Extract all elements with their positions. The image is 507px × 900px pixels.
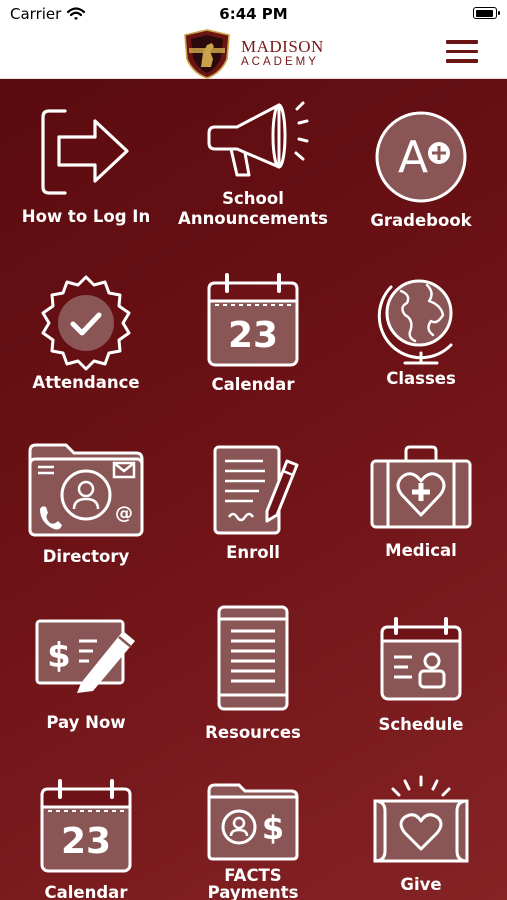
svg-text:$: $ xyxy=(47,636,71,676)
give-heart-icon xyxy=(373,775,469,863)
tile-classes[interactable]: Classes xyxy=(337,271,505,431)
tile-label: How to Log In xyxy=(21,207,151,226)
crest-icon xyxy=(184,28,230,79)
tile-pay-now[interactable]: $ Pay Now xyxy=(2,609,170,769)
menu-bar xyxy=(446,59,478,63)
globe-icon xyxy=(377,279,453,365)
tile-label: Give xyxy=(400,875,442,894)
check-pen-icon: $ xyxy=(35,619,135,693)
tile-give[interactable]: Give xyxy=(337,773,505,900)
wifi-icon xyxy=(67,7,86,20)
tile-label: Pay Now xyxy=(46,713,126,732)
logo-text: MADISON ACADEMY xyxy=(241,38,324,69)
tile-how-to-log-in[interactable]: How to Log In xyxy=(2,101,170,261)
megaphone-icon xyxy=(207,101,309,177)
tile-calendar-2[interactable]: 23 Calendar xyxy=(2,777,170,900)
tile-label: Classes xyxy=(386,369,456,388)
tile-grid: How to Log In School Announcements A Gra… xyxy=(0,79,507,900)
tile-label: Resources xyxy=(205,723,301,742)
tile-directory[interactable]: @ Directory xyxy=(2,437,170,597)
tile-gradebook[interactable]: A Gradebook xyxy=(337,109,505,269)
tile-label: Directory xyxy=(42,547,130,566)
tile-label: Attendance xyxy=(32,373,140,392)
tile-label: Enroll xyxy=(226,543,280,562)
school-logo[interactable]: MADISON ACADEMY xyxy=(181,28,324,79)
tile-label: Medical xyxy=(385,541,457,560)
tile-calendar[interactable]: 23 Calendar xyxy=(169,271,337,431)
menu-bar xyxy=(446,40,478,44)
tile-enroll[interactable]: Enroll xyxy=(169,439,337,599)
carrier-label: Carrier xyxy=(10,5,62,23)
svg-text:$: $ xyxy=(262,809,284,847)
tile-medical[interactable]: Medical xyxy=(337,441,505,601)
directory-folder-icon: @ xyxy=(28,443,144,537)
battery-icon xyxy=(473,7,500,19)
menu-bar xyxy=(446,49,478,53)
calendar-day: 23 xyxy=(61,821,111,862)
logo-line1: MADISON xyxy=(241,37,324,57)
tile-schedule[interactable]: Schedule xyxy=(337,615,505,775)
tile-label: School Announcements xyxy=(178,189,328,228)
svg-text:A: A xyxy=(398,132,428,183)
status-left: Carrier xyxy=(0,5,86,23)
tile-facts-payments[interactable]: $ FACTS Payments xyxy=(169,781,337,900)
badge-check-icon xyxy=(41,275,131,371)
svg-text:@: @ xyxy=(115,503,133,524)
logo-line2: ACADEMY xyxy=(241,56,319,69)
calendar-day: 23 xyxy=(228,315,278,356)
tile-attendance[interactable]: Attendance xyxy=(2,273,170,433)
login-arrow-icon xyxy=(41,109,129,195)
facts-folder-icon: $ xyxy=(207,783,299,861)
tile-label: Calendar xyxy=(211,375,295,394)
calendar-icon: 23 xyxy=(207,273,299,367)
tablet-icon xyxy=(217,605,289,711)
tile-label: Gradebook xyxy=(370,211,472,230)
hamburger-menu-button[interactable] xyxy=(446,40,478,66)
tile-label: Schedule xyxy=(378,715,464,734)
medical-kit-icon xyxy=(370,445,472,529)
app-header: MADISON ACADEMY xyxy=(0,28,507,79)
document-pen-icon xyxy=(213,445,299,535)
tile-label: FACTS Payments xyxy=(207,866,299,900)
grade-a-plus-icon: A xyxy=(375,111,467,203)
status-bar: Carrier 6:44 PM xyxy=(0,0,507,28)
calendar-icon: 23 xyxy=(40,779,132,873)
tile-school-announcements[interactable]: School Announcements xyxy=(169,97,337,257)
tile-resources[interactable]: Resources xyxy=(169,603,337,763)
tile-label: Calendar xyxy=(44,883,128,900)
schedule-calendar-icon xyxy=(380,617,462,701)
